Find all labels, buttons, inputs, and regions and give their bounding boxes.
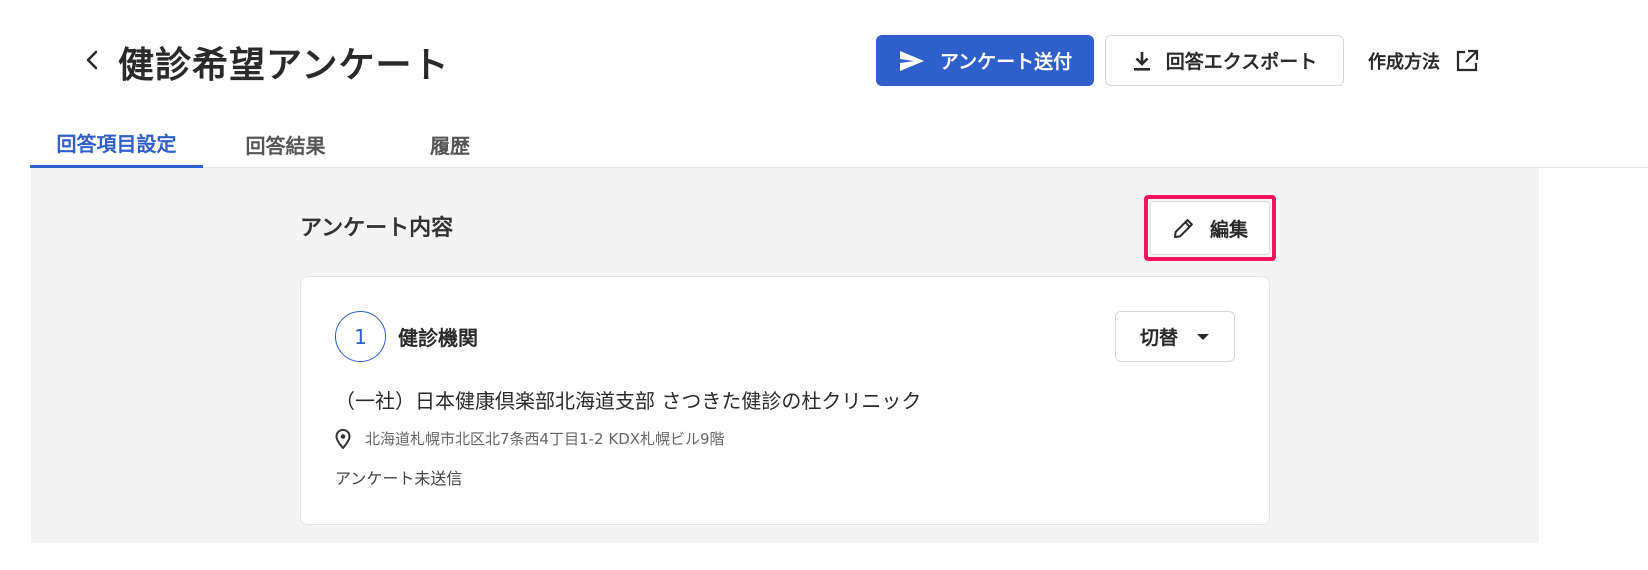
howto-label: 作成方法	[1368, 52, 1440, 73]
export-answers-button[interactable]: 回答エクスポート	[1105, 35, 1344, 86]
tab-history[interactable]: 履歴	[404, 120, 496, 168]
export-answers-label: 回答エクスポート	[1165, 51, 1318, 73]
switch-dropdown-button[interactable]: 切替	[1115, 311, 1235, 362]
question-title: 健診機関	[398, 326, 478, 350]
edit-button[interactable]: 編集	[1150, 201, 1270, 255]
page-header: 健診希望アンケート アンケート送付 回答エクスポート 作成方法	[0, 0, 1648, 120]
tab-answer-item-settings[interactable]: 回答項目設定	[30, 120, 203, 168]
edit-label: 編集	[1209, 218, 1248, 241]
send-survey-button[interactable]: アンケート送付	[876, 35, 1094, 86]
section-title: アンケート内容	[300, 216, 454, 241]
pencil-icon	[1173, 219, 1193, 238]
location-pin-icon	[335, 428, 351, 449]
back-button[interactable]	[80, 45, 104, 75]
organization-name: （一社）日本健康倶楽部北海道支部 さつきた健診の杜クリニック	[335, 389, 922, 413]
address-text: 北海道札幌市北区北7条西4丁目1-2 KDX札幌ビル9階	[365, 430, 725, 448]
tab-answer-results[interactable]: 回答結果	[218, 120, 353, 168]
chevron-left-icon	[86, 50, 98, 70]
address-row: 北海道札幌市北区北7条西4丁目1-2 KDX札幌ビル9階	[335, 428, 725, 449]
external-link-icon	[1456, 49, 1479, 72]
howto-link[interactable]: 作成方法	[1368, 44, 1480, 78]
survey-status: アンケート未送信	[335, 469, 463, 488]
caret-down-icon	[1197, 333, 1209, 340]
question-number-badge: 1	[335, 311, 386, 362]
switch-label: 切替	[1139, 327, 1178, 349]
send-survey-label: アンケート送付	[939, 51, 1073, 73]
tab-bar: 回答項目設定 回答結果 履歴	[30, 120, 1648, 168]
send-icon	[899, 50, 924, 71]
download-icon	[1133, 51, 1150, 71]
page-title: 健診希望アンケート	[118, 45, 450, 86]
